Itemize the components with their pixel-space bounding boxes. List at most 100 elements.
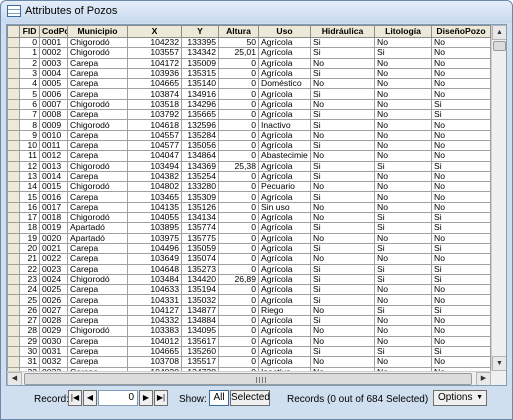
- cell-codpozo[interactable]: 0020: [39, 232, 68, 244]
- cell-litología[interactable]: Si: [374, 304, 432, 317]
- cell-x[interactable]: 104012: [127, 335, 182, 347]
- cell-altura[interactable]: 0: [218, 129, 259, 141]
- row-selector[interactable]: [7, 170, 20, 183]
- cell-uso[interactable]: Agrícola: [258, 98, 311, 111]
- cell-municipio[interactable]: Carepa: [67, 57, 128, 69]
- cell-diseñopozo[interactable]: Si: [431, 345, 491, 358]
- cell-municipio[interactable]: Carepa: [67, 67, 128, 80]
- row-selector[interactable]: [7, 129, 20, 141]
- cell-diseñopozo[interactable]: No: [431, 36, 491, 49]
- cell-y[interactable]: 135194: [181, 284, 219, 296]
- cell-codpozo[interactable]: 0023: [39, 263, 68, 275]
- cell-diseñopozo[interactable]: No: [431, 129, 491, 141]
- cell-diseñopozo[interactable]: No: [431, 57, 491, 69]
- cell-altura[interactable]: 0: [218, 119, 259, 131]
- cell-codpozo[interactable]: 0025: [39, 284, 68, 296]
- cell-y[interactable]: 135273: [181, 263, 219, 275]
- row-selector[interactable]: [7, 191, 20, 203]
- table-row[interactable]: 7 0008 Carepa 103792 135665 0 Agrícola Si No Si: [7, 109, 491, 121]
- row-selector[interactable]: [7, 263, 20, 275]
- row-selector[interactable]: [7, 47, 20, 59]
- row-selector[interactable]: [7, 88, 20, 100]
- cell-hidráulica[interactable]: Si: [310, 294, 375, 306]
- cell-fid[interactable]: 29: [19, 335, 40, 347]
- cell-municipio[interactable]: Chigorodó: [67, 325, 128, 337]
- column-header-municipio[interactable]: Municipio: [67, 25, 128, 38]
- table-row[interactable]: 14 0015 Chigorodó 104802 133280 0 Pecuario No No…: [7, 181, 491, 193]
- cell-x[interactable]: 103874: [127, 88, 182, 100]
- cell-x[interactable]: 103484: [127, 273, 182, 286]
- cell-altura[interactable]: 0: [218, 294, 259, 306]
- row-selector[interactable]: [7, 253, 20, 265]
- column-header-fid[interactable]: FID: [19, 25, 40, 38]
- cell-uso[interactable]: Agrícola: [258, 57, 311, 69]
- cell-diseñopozo[interactable]: No: [431, 78, 491, 90]
- cell-litología[interactable]: No: [374, 119, 432, 131]
- cell-litología[interactable]: No: [374, 88, 432, 100]
- cell-litología[interactable]: No: [374, 294, 432, 306]
- cell-y[interactable]: 135775: [181, 232, 219, 244]
- cell-hidráulica[interactable]: Si: [310, 273, 375, 286]
- cell-litología[interactable]: No: [374, 284, 432, 296]
- cell-codpozo[interactable]: 0031: [39, 345, 68, 358]
- row-selector[interactable]: [7, 273, 20, 286]
- cell-diseñopozo[interactable]: Si: [431, 242, 491, 255]
- first-record-icon[interactable]: |◀: [68, 390, 82, 406]
- cell-y[interactable]: 135315: [181, 67, 219, 80]
- table-row[interactable]: 11 0012 Carepa 104047 134864 0 Abastecimie No No…: [7, 150, 491, 162]
- column-header-x[interactable]: X: [127, 25, 182, 38]
- cell-hidráulica[interactable]: Si: [310, 109, 375, 121]
- show-all-button[interactable]: All: [209, 390, 229, 406]
- table-row[interactable]: 28 0029 Chigorodó 103383 134095 0 Agrícola No No…: [7, 325, 491, 337]
- cell-codpozo[interactable]: 0030: [39, 335, 68, 347]
- cell-fid[interactable]: 15: [19, 191, 40, 203]
- table-row[interactable]: 2 0003 Carepa 104172 135009 0 Agrícola No No No: [7, 57, 491, 69]
- table-row[interactable]: 9 0010 Carepa 104557 135284 0 Agrícola No No No: [7, 129, 491, 141]
- row-selector[interactable]: [7, 325, 20, 337]
- cell-uso[interactable]: Agrícola: [258, 36, 311, 49]
- cell-hidráulica[interactable]: Si: [310, 345, 375, 358]
- cell-y[interactable]: 135665: [181, 109, 219, 121]
- cell-altura[interactable]: 0: [218, 253, 259, 265]
- cell-diseñopozo[interactable]: Si: [431, 160, 491, 172]
- cell-altura[interactable]: 0: [218, 222, 259, 234]
- table-row[interactable]: 3 0004 Carepa 103936 135315 0 Agrícola Si No No: [7, 67, 491, 80]
- cell-diseñopozo[interactable]: No: [431, 47, 491, 59]
- cell-diseñopozo[interactable]: No: [431, 170, 491, 183]
- cell-altura[interactable]: 0: [218, 304, 259, 317]
- cell-x[interactable]: 103895: [127, 222, 182, 234]
- cell-litología[interactable]: No: [374, 129, 432, 141]
- cell-altura[interactable]: 0: [218, 88, 259, 100]
- cell-hidráulica[interactable]: No: [310, 129, 375, 141]
- cell-codpozo[interactable]: 0007: [39, 98, 68, 111]
- cell-codpozo[interactable]: 0006: [39, 88, 68, 100]
- row-selector-header[interactable]: [7, 25, 20, 38]
- cell-fid[interactable]: 8: [19, 119, 40, 131]
- table-row[interactable]: 15 0016 Carepa 103465 135309 0 Agrícola Si No No: [7, 191, 491, 203]
- cell-x[interactable]: 103792: [127, 109, 182, 121]
- cell-municipio[interactable]: Carepa: [67, 129, 128, 141]
- title-bar[interactable]: Attributes of Pozos: [1, 1, 512, 23]
- cell-x[interactable]: 104648: [127, 263, 182, 275]
- cell-y[interactable]: 134296: [181, 98, 219, 111]
- cell-codpozo[interactable]: 0012: [39, 150, 68, 162]
- cell-municipio[interactable]: Chigorodó: [67, 98, 128, 111]
- table-row[interactable]: 16 0017 Carepa 104135 135126 0 Sin uso No No No: [7, 201, 491, 214]
- cell-altura[interactable]: 0: [218, 212, 259, 224]
- cell-hidráulica[interactable]: Si: [310, 242, 375, 255]
- cell-municipio[interactable]: Carepa: [67, 109, 128, 121]
- cell-uso[interactable]: Agrícola: [258, 139, 311, 152]
- row-selector[interactable]: [7, 78, 20, 90]
- cell-fid[interactable]: 30: [19, 345, 40, 358]
- cell-uso[interactable]: Agrícola: [258, 345, 311, 358]
- cell-municipio[interactable]: Carepa: [67, 253, 128, 265]
- cell-codpozo[interactable]: 0032: [39, 356, 68, 368]
- cell-x[interactable]: 104331: [127, 294, 182, 306]
- cell-x[interactable]: 104047: [127, 150, 182, 162]
- cell-x[interactable]: 104557: [127, 129, 182, 141]
- cell-municipio[interactable]: Carepa: [67, 345, 128, 358]
- cell-x[interactable]: 104332: [127, 315, 182, 327]
- cell-uso[interactable]: Riego: [258, 304, 311, 317]
- column-header-hidráulica[interactable]: Hidráulica: [310, 25, 375, 38]
- cell-y[interactable]: 134420: [181, 273, 219, 286]
